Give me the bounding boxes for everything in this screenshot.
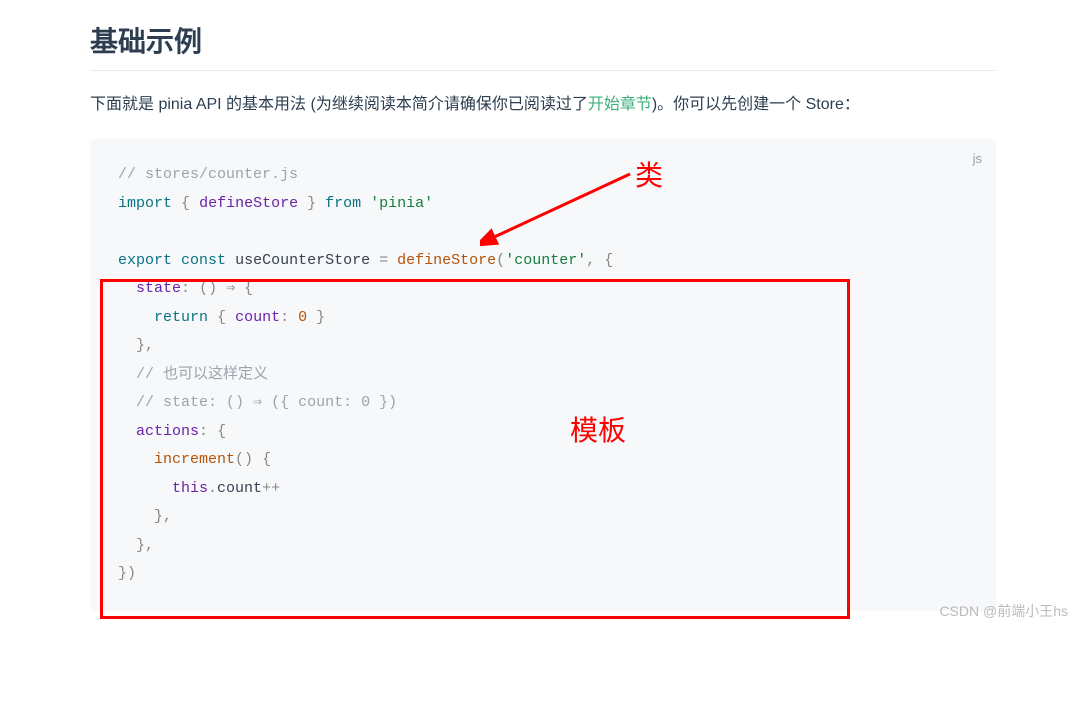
intro-text-1: 下面就是 pinia API 的基本用法 (为继续阅读本简介请确保你已阅读过了: [90, 96, 588, 113]
code-keyword-import: import: [118, 195, 172, 212]
intro-paragraph: 下面就是 pinia API 的基本用法 (为继续阅读本简介请确保你已阅读过了开…: [90, 89, 996, 121]
code-language-tag: js: [973, 147, 982, 172]
code-content: // stores/counter.js import { defineStor…: [118, 161, 968, 589]
start-chapter-link[interactable]: 开始章节: [588, 96, 652, 113]
page: 基础示例 下面就是 pinia API 的基本用法 (为继续阅读本简介请确保你已…: [0, 0, 1086, 641]
code-block: js // stores/counter.js import { defineS…: [90, 139, 996, 611]
section-heading: 基础示例: [90, 20, 996, 71]
code-comment: // stores/counter.js: [118, 166, 298, 183]
intro-text-2: )。你可以先创建一个 Store：: [652, 96, 860, 113]
watermark: CSDN @前端小王hs: [939, 601, 1068, 621]
